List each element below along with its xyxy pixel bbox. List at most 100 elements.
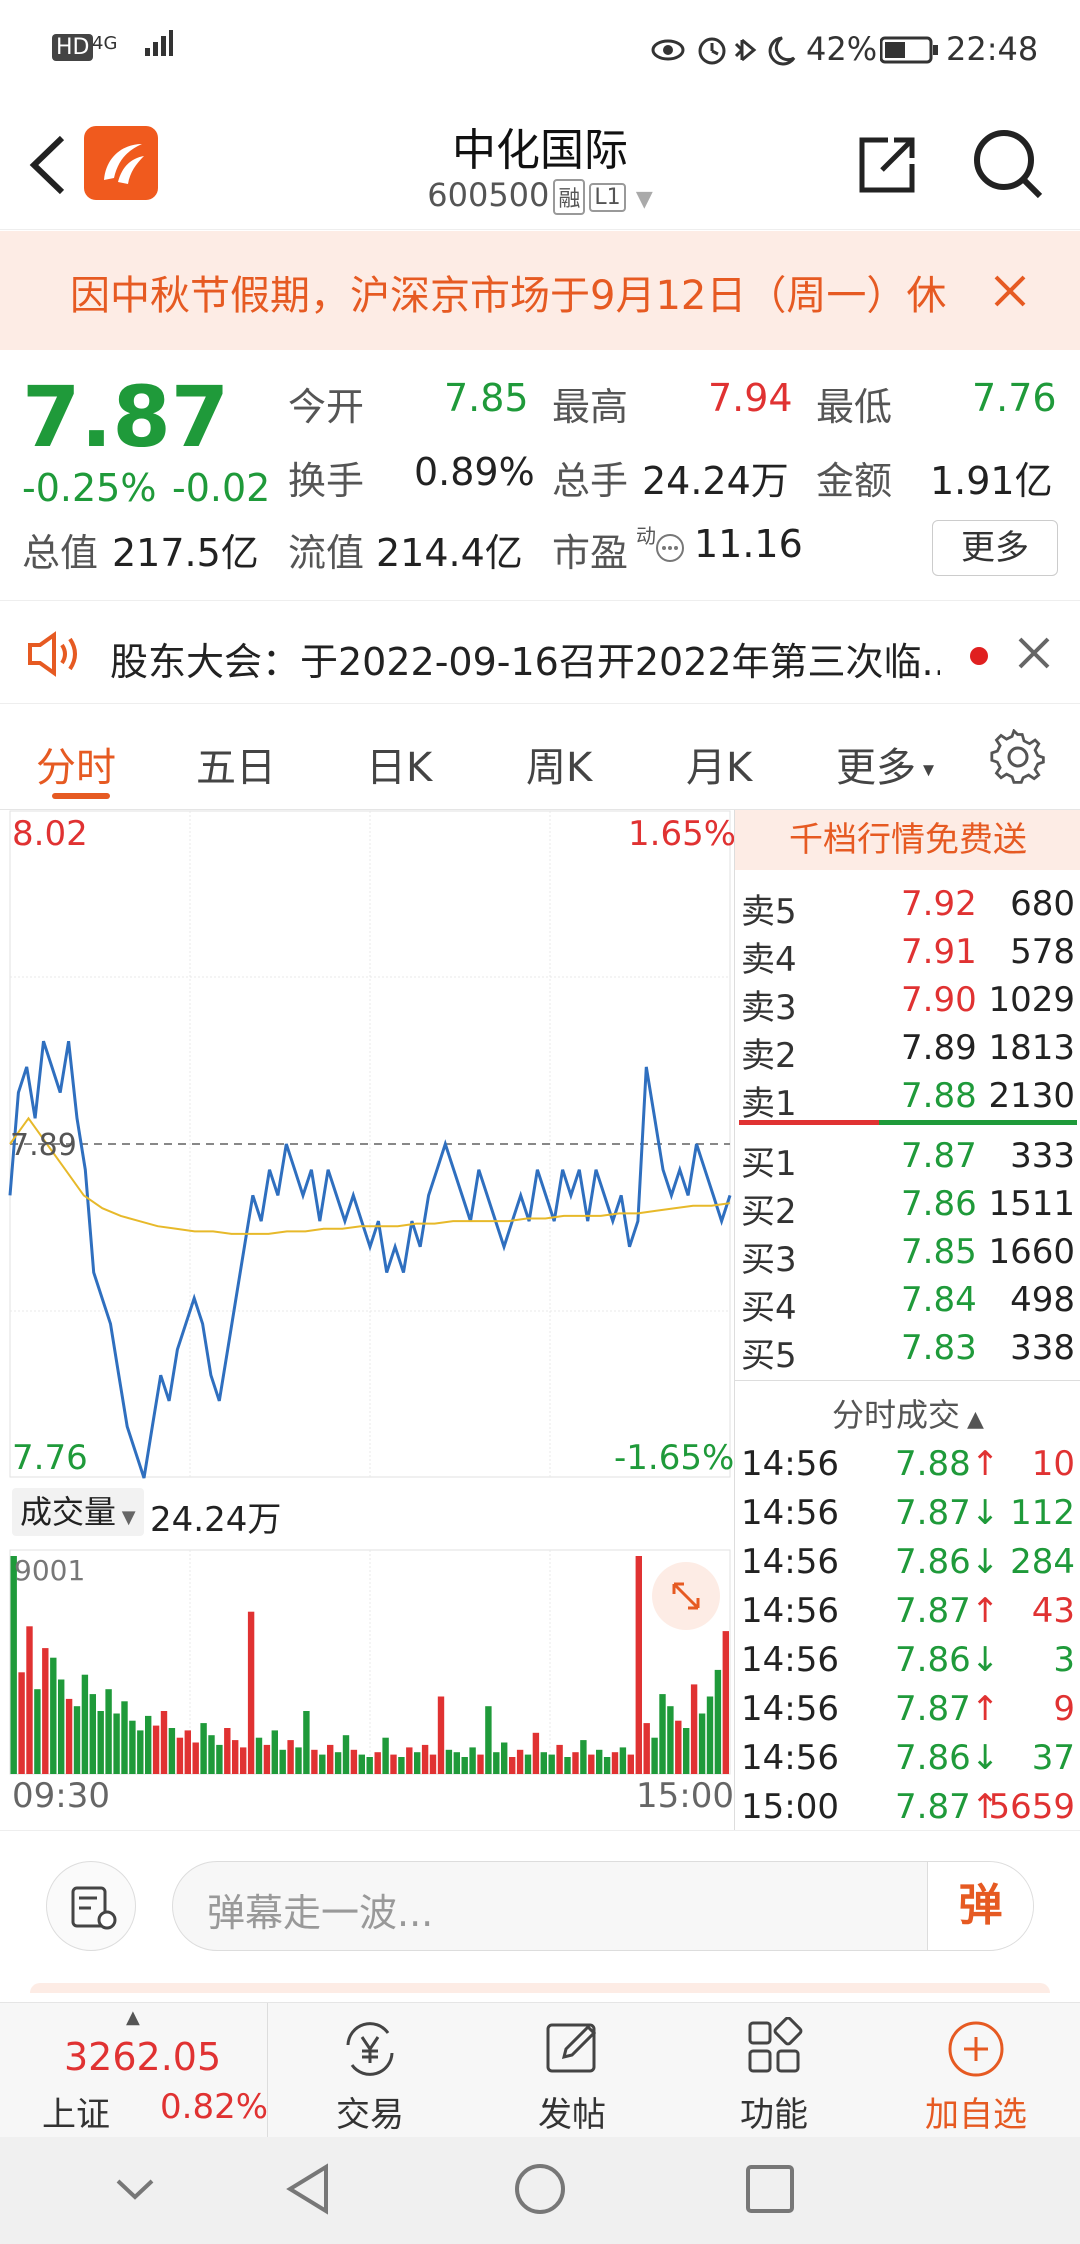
volume-bar bbox=[540, 1752, 547, 1774]
ask-level-label: 卖4 bbox=[741, 940, 797, 980]
nav-post[interactable]: 发帖 bbox=[472, 2003, 672, 2138]
trades-title[interactable]: 分时成交 ▲ bbox=[735, 1390, 1080, 1436]
trade-row: 14:56 7.88 ↑ 10 bbox=[735, 1440, 1080, 1488]
volume-bar bbox=[596, 1749, 603, 1774]
level2-promo-banner[interactable]: 千档行情免费送 bbox=[735, 810, 1080, 870]
volume-bar bbox=[461, 1757, 468, 1774]
volume-bar bbox=[366, 1757, 373, 1774]
volume-bar bbox=[295, 1747, 302, 1774]
time-axis-end: 15:00 bbox=[636, 1776, 734, 1816]
volume-bar bbox=[271, 1730, 278, 1774]
recents-square-icon[interactable] bbox=[742, 2161, 798, 2217]
volume-bar bbox=[176, 1737, 184, 1774]
bid-price: 7.85 bbox=[901, 1232, 977, 1272]
trade-row: 14:56 7.86 ↓ 3 bbox=[735, 1636, 1080, 1684]
price-chart-svg[interactable] bbox=[0, 810, 734, 1480]
nav-trade[interactable]: 交易 bbox=[270, 2003, 470, 2138]
volume-bar bbox=[168, 1728, 176, 1774]
trade-row: 14:56 7.86 ↓ 284 bbox=[735, 1538, 1080, 1586]
bid-price: 7.87 bbox=[901, 1136, 977, 1176]
time-axis-start: 09:30 bbox=[12, 1776, 110, 1816]
ask-price: 7.89 bbox=[901, 1028, 977, 1068]
ask-row: 卖2 7.89 1813 bbox=[735, 1024, 1080, 1076]
tab-daily-k[interactable]: 日K bbox=[366, 735, 432, 793]
volume-label: 总手 bbox=[552, 459, 629, 503]
danmaku-send-button[interactable]: 弹 bbox=[927, 1862, 1033, 1950]
trade-price: 7.86 bbox=[895, 1738, 971, 1778]
volume-bar bbox=[477, 1754, 484, 1774]
volume-bar bbox=[414, 1752, 421, 1774]
notice-text: 因中秋节假期，沪深京市场于9月12日（周一）休 bbox=[70, 273, 947, 319]
volume-bar bbox=[58, 1679, 65, 1774]
search-button[interactable] bbox=[970, 126, 1046, 202]
more-dots-icon[interactable] bbox=[654, 532, 686, 568]
index-name: 上证 bbox=[42, 2095, 110, 2135]
ask-quantity: 1029 bbox=[988, 980, 1075, 1020]
home-circle-icon[interactable] bbox=[512, 2161, 568, 2217]
bid-price: 7.83 bbox=[901, 1328, 977, 1368]
expand-chart-button[interactable] bbox=[652, 1562, 720, 1630]
close-announcement-button[interactable] bbox=[1016, 635, 1052, 675]
volume-bar bbox=[722, 1631, 729, 1774]
bid-quantity: 498 bbox=[1010, 1280, 1075, 1320]
nav-functions[interactable]: 功能 bbox=[674, 2003, 874, 2138]
tab-monthly-k[interactable]: 月K bbox=[686, 735, 752, 793]
ask-price: 7.90 bbox=[901, 980, 977, 1020]
volume-value: 24.24万 bbox=[642, 459, 789, 503]
bottom-navigation: ▲ 3262.05 上证 0.82% 交易 发帖 功能 加自选 bbox=[0, 2002, 1080, 2138]
trade-quantity: 37 bbox=[1031, 1738, 1075, 1778]
more-quote-button[interactable]: 更多 bbox=[932, 520, 1058, 576]
tab-five-day[interactable]: 五日 bbox=[196, 735, 276, 793]
bid-level-label: 买4 bbox=[741, 1288, 797, 1328]
volume-bar bbox=[501, 1742, 508, 1774]
announcement-bar[interactable]: 股东大会：于2022-09-16召开2022年第三次临... bbox=[0, 600, 1080, 704]
bid-price: 7.84 bbox=[901, 1280, 977, 1320]
volume-bar bbox=[429, 1754, 437, 1774]
volume-bar bbox=[319, 1754, 326, 1774]
volume-bar bbox=[81, 1674, 89, 1774]
holiday-notice[interactable]: 因中秋节假期，沪深京市场于9月12日（周一）休 bbox=[0, 231, 1080, 350]
volume-bar bbox=[263, 1744, 271, 1774]
ask-level-label: 卖1 bbox=[741, 1084, 797, 1124]
gear-icon bbox=[990, 728, 1045, 784]
order-book-panel: 千档行情免费送 卖5 7.92 680 卖4 7.91 578 卖3 7.90 1029 卖2 7.… bbox=[734, 810, 1080, 1830]
danmaku-settings-button[interactable] bbox=[46, 1861, 136, 1951]
volume-bar bbox=[564, 1757, 571, 1774]
volume-bar bbox=[303, 1711, 310, 1774]
settings-button[interactable] bbox=[990, 728, 1046, 789]
pct-axis-max: 1.65% bbox=[628, 814, 737, 854]
tab-weekly-k[interactable]: 周K bbox=[526, 735, 592, 793]
volume-bar bbox=[493, 1752, 500, 1774]
danmaku-input[interactable]: 弹幕走一波... 弹 bbox=[172, 1861, 1034, 1951]
volume-chart-svg[interactable] bbox=[0, 1548, 734, 1784]
unread-dot bbox=[970, 647, 988, 665]
arrow-down-icon: ↓ bbox=[971, 1542, 1000, 1582]
bid-row: 买1 7.87 333 bbox=[735, 1132, 1080, 1184]
share-button[interactable] bbox=[852, 130, 922, 200]
trade-time: 14:56 bbox=[741, 1591, 839, 1631]
hide-keyboard-icon[interactable] bbox=[110, 2165, 160, 2215]
ask-level-label: 卖2 bbox=[741, 1036, 797, 1076]
volume-bar bbox=[42, 1648, 49, 1774]
volume-bar bbox=[97, 1711, 104, 1774]
volume-bar bbox=[200, 1723, 207, 1774]
trade-quantity: 10 bbox=[1031, 1444, 1075, 1484]
tab-intraday[interactable]: 分时 bbox=[36, 735, 116, 793]
volume-bar bbox=[137, 1730, 144, 1774]
volume-indicator-selector[interactable]: 成交量 ▼ bbox=[12, 1488, 144, 1536]
volume-bar bbox=[89, 1694, 96, 1774]
volume-bar bbox=[105, 1689, 112, 1774]
tab-more[interactable]: 更多 ▾ bbox=[836, 735, 934, 793]
amount-value: 1.91亿 bbox=[930, 459, 1053, 503]
low-value: 7.76 bbox=[972, 376, 1057, 420]
close-notice-button[interactable] bbox=[990, 271, 1030, 315]
market-index-widget[interactable]: ▲ 3262.05 上证 0.82% bbox=[0, 2003, 268, 2138]
back-triangle-icon[interactable] bbox=[282, 2161, 338, 2217]
volume-bar bbox=[619, 1747, 627, 1774]
intraday-chart[interactable]: 8.02 1.65% 7.89 7.76 -1.65% 成交量 ▼ 24.24万… bbox=[0, 810, 737, 1830]
nav-add-watchlist[interactable]: 加自选 bbox=[876, 2003, 1076, 2138]
trade-quantity: 5659 bbox=[988, 1787, 1075, 1827]
quote-panel: 7.87 -0.25% -0.02 今开 7.85 最高 7.94 最低 7.7… bbox=[0, 350, 1080, 600]
volume-bar bbox=[714, 1669, 722, 1774]
share-icon bbox=[859, 137, 915, 193]
